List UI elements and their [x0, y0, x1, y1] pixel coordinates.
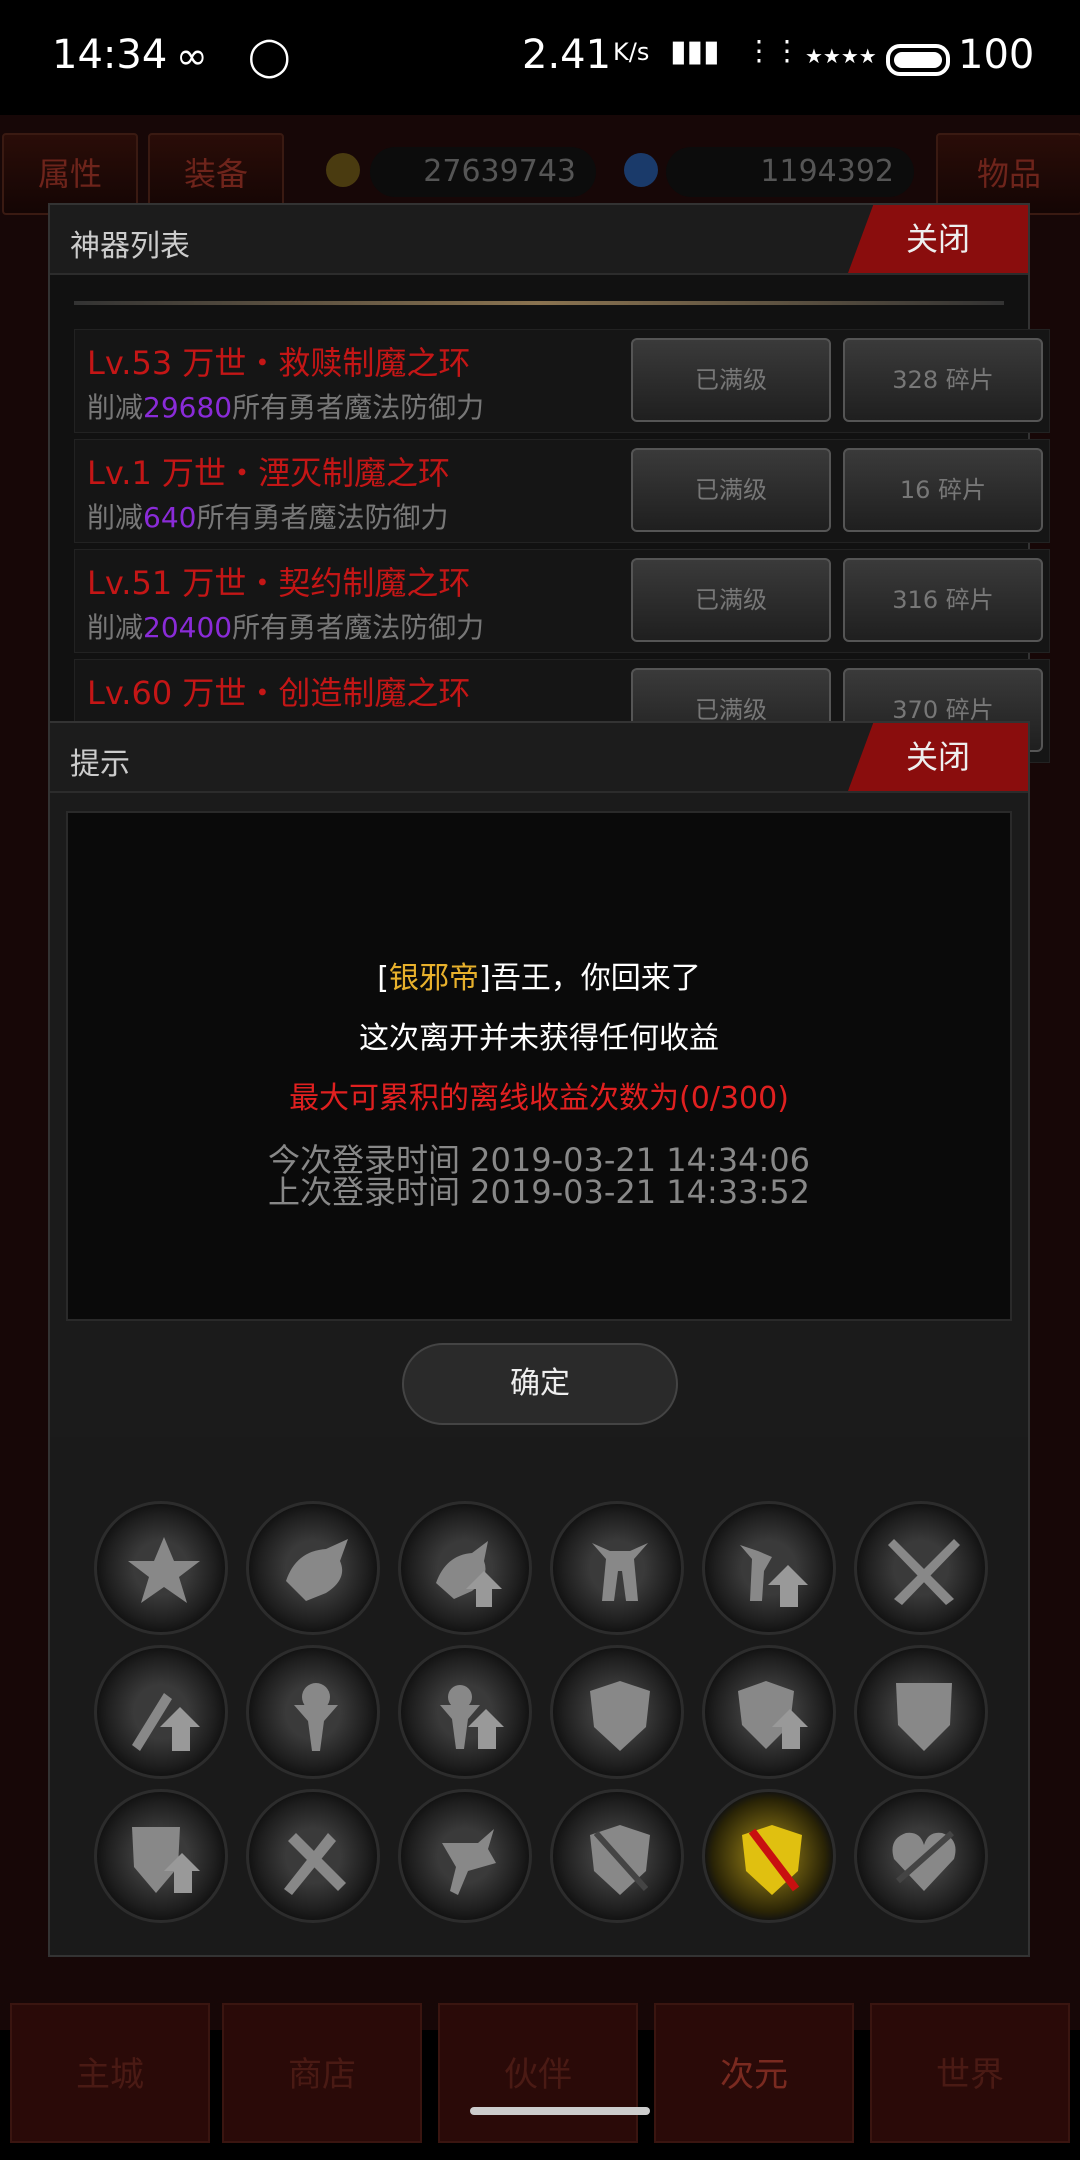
- nav-partner[interactable]: 伙伴: [438, 2003, 638, 2143]
- dialog-header: 提示 关闭: [50, 723, 1028, 793]
- shield-up-icon[interactable]: [702, 1645, 836, 1779]
- dialog-close-button[interactable]: 关闭: [848, 723, 1028, 791]
- artifact-close-button[interactable]: 关闭: [848, 205, 1028, 273]
- crest-up-icon[interactable]: [94, 1789, 228, 1923]
- chat-bubble-icon: ◯: [248, 34, 291, 78]
- artifact-desc: 削减29680所有勇者魔法防御力: [87, 391, 485, 424]
- divider: [74, 301, 1004, 305]
- diamond-amount: 1194392: [666, 147, 914, 197]
- nav-shop[interactable]: 商店: [222, 2003, 422, 2143]
- max-level-button[interactable]: 已满级: [631, 448, 831, 532]
- wifi-icon: ⋮⋮: [745, 34, 801, 67]
- artifact-desc: 削减20400所有勇者魔法防御力: [87, 611, 485, 644]
- login-time-previous: 上次登录时间 2019-03-21 14:33:52: [267, 1173, 811, 1211]
- gold-amount: 27639743: [370, 147, 596, 197]
- max-level-button[interactable]: 已满级: [631, 558, 831, 642]
- boar-up-icon[interactable]: [398, 1501, 532, 1635]
- star-icon[interactable]: [94, 1501, 228, 1635]
- nav-city[interactable]: 主城: [10, 2003, 210, 2143]
- artifact-panel-title: 神器列表: [70, 229, 190, 264]
- greeting-line: [银邪帝]吾王，你回来了: [377, 961, 701, 996]
- crest-shield-icon[interactable]: [854, 1645, 988, 1779]
- earnings-line: 这次离开并未获得任何收益: [359, 1021, 719, 1056]
- broken-blade-icon[interactable]: [398, 1789, 532, 1923]
- diamond-icon: [624, 153, 658, 187]
- tip-dialog: 提示 关闭 [银邪帝]吾王，你回来了 这次离开并未获得任何收益 最大可累积的离线…: [48, 721, 1030, 1441]
- artifact-list-panel: 神器列表 关闭 Lv.53 万世・救赎制魔之环 削减29680所有勇者魔法防御力…: [48, 203, 1050, 763]
- max-level-button[interactable]: 已满级: [631, 338, 831, 422]
- gold-coin-icon: [326, 153, 360, 187]
- network-speed-unit: K/s: [613, 38, 650, 66]
- horse-icon[interactable]: [550, 1501, 684, 1635]
- artifact-name: Lv.53 万世・救赎制魔之环: [87, 344, 471, 382]
- offline-limit-line: 最大可累积的离线收益次数为(0/300): [289, 1081, 789, 1116]
- 4g-icon: ★★★★: [805, 44, 877, 68]
- shield-icon[interactable]: [550, 1645, 684, 1779]
- battery-level: 100: [958, 32, 1035, 78]
- horse-up-icon[interactable]: [702, 1501, 836, 1635]
- artifact-panel-header: 神器列表 关闭: [50, 205, 1028, 275]
- battery-icon: [886, 44, 950, 76]
- top-bar: 属性 装备 27639743 1194392 物品: [0, 133, 1080, 215]
- sword-break-icon[interactable]: [246, 1789, 380, 1923]
- artifact-name: Lv.1 万世・湮灭制魔之环: [87, 454, 450, 492]
- skill-grid: [48, 1437, 1030, 1957]
- bottom-nav: 主城 商店 伙伴 次元 世界: [0, 2003, 1080, 2143]
- shards-button[interactable]: 328 碎片: [843, 338, 1043, 422]
- artifact-row: Lv.53 万世・救赎制魔之环 削减29680所有勇者魔法防御力 已满级 328…: [74, 329, 1050, 433]
- infinity-icon: ∞: [176, 34, 208, 78]
- heart-slash-icon[interactable]: [854, 1789, 988, 1923]
- artifact-name: Lv.51 万世・契约制魔之环: [87, 564, 471, 602]
- totem-up-icon[interactable]: [398, 1645, 532, 1779]
- home-indicator[interactable]: [470, 2107, 650, 2115]
- dialog-title: 提示: [70, 747, 130, 782]
- sword-up-icon[interactable]: [94, 1645, 228, 1779]
- nav-world[interactable]: 世界: [870, 2003, 1070, 2143]
- status-bar: 14:34 ∞ ◯ 2.41 K/s ▮▮▮ ⋮⋮ ★★★★ 100: [0, 0, 1080, 115]
- network-speed: 2.41: [522, 32, 612, 78]
- confirm-button[interactable]: 确定: [402, 1343, 678, 1425]
- crossed-swords-icon[interactable]: [854, 1501, 988, 1635]
- speaker-name: 银邪帝: [389, 961, 479, 996]
- signal-icon: ▮▮▮: [670, 34, 720, 69]
- artifact-name: Lv.60 万世・创造制魔之环: [87, 674, 471, 712]
- nav-dimension[interactable]: 次元: [654, 2003, 854, 2143]
- golden-shield-icon[interactable]: [702, 1789, 836, 1923]
- shield-slash-icon[interactable]: [550, 1789, 684, 1923]
- shards-button[interactable]: 16 碎片: [843, 448, 1043, 532]
- boar-icon[interactable]: [246, 1501, 380, 1635]
- shards-button[interactable]: 316 碎片: [843, 558, 1043, 642]
- totem-icon[interactable]: [246, 1645, 380, 1779]
- artifact-desc: 削减640所有勇者魔法防御力: [87, 501, 449, 534]
- clock: 14:34: [52, 32, 168, 78]
- artifact-row: Lv.51 万世・契约制魔之环 削减20400所有勇者魔法防御力 已满级 316…: [74, 549, 1050, 653]
- artifact-row: Lv.1 万世・湮灭制魔之环 削减640所有勇者魔法防御力 已满级 16 碎片: [74, 439, 1050, 543]
- message-box: [银邪帝]吾王，你回来了 这次离开并未获得任何收益 最大可累积的离线收益次数为(…: [66, 811, 1012, 1321]
